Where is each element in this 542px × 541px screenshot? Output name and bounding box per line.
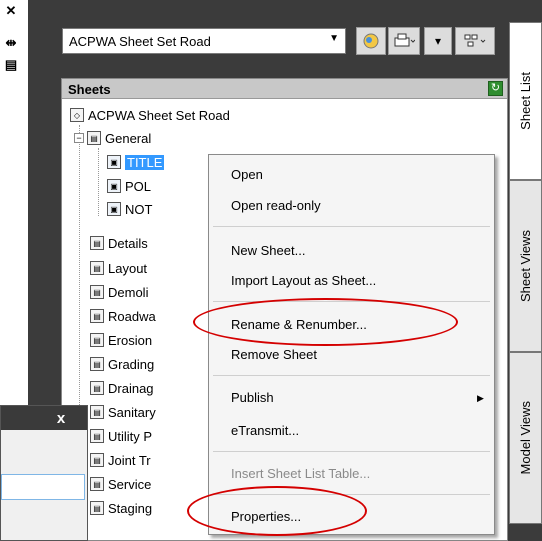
tree-sheet[interactable]: ▣ NOT bbox=[107, 199, 152, 219]
menu-item-open[interactable]: Open bbox=[231, 167, 263, 182]
tab-sheet-views[interactable]: Sheet Views bbox=[509, 180, 542, 352]
properties-icon[interactable]: ▤ bbox=[4, 57, 18, 72]
dialog-titlebar: x bbox=[1, 406, 87, 430]
tree-sheet[interactable]: ▣ POL bbox=[107, 176, 151, 196]
views-icon[interactable] bbox=[455, 27, 495, 55]
tree-subset[interactable]: ▤ Joint Tr bbox=[90, 450, 151, 470]
tab-label: Sheet Views bbox=[518, 229, 533, 303]
subset-icon: ▤ bbox=[90, 261, 104, 275]
chevron-down-icon: ▼ bbox=[329, 33, 339, 44]
subset-icon: ▤ bbox=[90, 309, 104, 323]
tree-subset[interactable]: ▤ Drainag bbox=[90, 378, 154, 398]
sheet-set-name: ACPWA Sheet Set Road bbox=[69, 34, 211, 49]
tree-subset-label: Staging bbox=[108, 500, 153, 516]
subset-icon: ▤ bbox=[90, 477, 104, 491]
subset-icon: ▤ bbox=[90, 236, 104, 250]
tree-subset-label: Grading bbox=[108, 356, 155, 372]
tree-sheet-selected[interactable]: ▣ TITLE bbox=[107, 152, 165, 172]
menu-item-insert-sheet-list-table: Insert Sheet List Table... bbox=[231, 466, 371, 481]
sheets-header: Sheets ↻ bbox=[62, 79, 507, 99]
subset-icon: ▤ bbox=[90, 357, 104, 371]
subset-icon: ▤ bbox=[90, 285, 104, 299]
subset-icon: ▤ bbox=[90, 405, 104, 419]
dialog-window: x bbox=[0, 405, 88, 541]
tab-label: Sheet List bbox=[518, 72, 533, 130]
tree-subset[interactable]: ▤ Demoli bbox=[90, 282, 148, 302]
tab-sheet-list[interactable]: Sheet List bbox=[509, 22, 542, 180]
publish-dropdown-icon[interactable]: ▾ bbox=[424, 27, 452, 55]
tree-subset[interactable]: ▤ Service bbox=[90, 474, 151, 494]
sheet-set-dropdown[interactable]: ACPWA Sheet Set Road ▼ bbox=[62, 28, 346, 54]
menu-item-etransmit[interactable]: eTransmit... bbox=[231, 423, 299, 438]
highlight-oval-rename bbox=[193, 298, 458, 346]
subset-icon: ▤ bbox=[87, 131, 101, 145]
tree-subset-label: Drainag bbox=[108, 380, 154, 396]
tree-subset[interactable]: ▤ Staging bbox=[90, 498, 152, 518]
tree-group-general[interactable]: − ▤ General bbox=[74, 128, 151, 148]
tree-root[interactable]: ◇ ACPWA Sheet Set Road bbox=[70, 105, 230, 125]
subset-icon: ▤ bbox=[90, 333, 104, 347]
menu-item-publish[interactable]: Publish bbox=[231, 390, 274, 405]
sheet-set-root-icon: ◇ bbox=[70, 108, 84, 122]
publish-icon[interactable] bbox=[388, 27, 420, 55]
menu-item-open-read-only[interactable]: Open read-only bbox=[231, 198, 321, 213]
tree-subset-label: Erosion bbox=[108, 332, 153, 348]
menu-separator bbox=[213, 226, 490, 227]
sheet-icon: ▣ bbox=[107, 179, 121, 193]
tree-sheet-label: POL bbox=[125, 178, 152, 194]
refresh-icon[interactable]: ↻ bbox=[488, 81, 503, 96]
menu-item-remove-sheet[interactable]: Remove Sheet bbox=[231, 347, 317, 362]
sheet-set-icon[interactable] bbox=[356, 27, 386, 55]
tab-label: Model Views bbox=[518, 401, 533, 475]
tree-subset[interactable]: ▤ Grading bbox=[90, 354, 154, 374]
highlight-oval-properties bbox=[187, 486, 367, 536]
tree-subset-label: Details bbox=[108, 235, 148, 251]
close-icon[interactable]: ✕ bbox=[4, 3, 18, 18]
tree-subset-label: Joint Tr bbox=[108, 452, 151, 468]
autohide-icon[interactable]: ⇹ bbox=[4, 35, 18, 50]
subset-icon: ▤ bbox=[90, 429, 104, 443]
tree-subset[interactable]: ▤ Roadwa bbox=[90, 306, 156, 326]
dialog-text-field[interactable] bbox=[1, 474, 85, 500]
tree-subset[interactable]: ▤ Layout bbox=[90, 258, 147, 278]
menu-item-new-sheet[interactable]: New Sheet... bbox=[231, 243, 305, 258]
sheet-icon: ▣ bbox=[107, 202, 121, 216]
tree-group-label: General bbox=[105, 130, 152, 146]
tree-subset-label: Utility P bbox=[108, 428, 153, 444]
subset-icon: ▤ bbox=[90, 501, 104, 515]
tab-model-views[interactable]: Model Views bbox=[509, 352, 542, 524]
sheets-title: Sheets bbox=[68, 82, 111, 97]
menu-separator bbox=[213, 451, 490, 452]
tree-subset[interactable]: ▤ Sanitary bbox=[90, 402, 156, 422]
subset-icon: ▤ bbox=[90, 381, 104, 395]
sheet-icon: ▣ bbox=[107, 155, 121, 169]
tree-subset-label: Layout bbox=[108, 260, 148, 276]
tree-root-label: ACPWA Sheet Set Road bbox=[88, 107, 230, 123]
tree-subset[interactable]: ▤ Details bbox=[90, 233, 148, 253]
tree-subset[interactable]: ▤ Utility P bbox=[90, 426, 152, 446]
tree-subset-label: Sanitary bbox=[108, 404, 156, 420]
tree-guide-line bbox=[98, 148, 99, 216]
menu-separator bbox=[213, 375, 490, 376]
tree-subset[interactable]: ▤ Erosion bbox=[90, 330, 152, 350]
submenu-arrow-icon: ▶ bbox=[477, 393, 484, 403]
tree-subset-label: Service bbox=[108, 476, 152, 492]
close-icon[interactable]: x bbox=[41, 406, 81, 430]
tree-sheet-label: TITLE bbox=[125, 154, 165, 170]
collapse-icon[interactable]: − bbox=[74, 133, 84, 143]
menu-item-import-layout[interactable]: Import Layout as Sheet... bbox=[231, 273, 376, 288]
subset-icon: ▤ bbox=[90, 453, 104, 467]
tree-sheet-label: NOT bbox=[125, 201, 153, 217]
tree-subset-label: Demoli bbox=[108, 284, 149, 300]
tree-subset-label: Roadwa bbox=[108, 308, 156, 324]
